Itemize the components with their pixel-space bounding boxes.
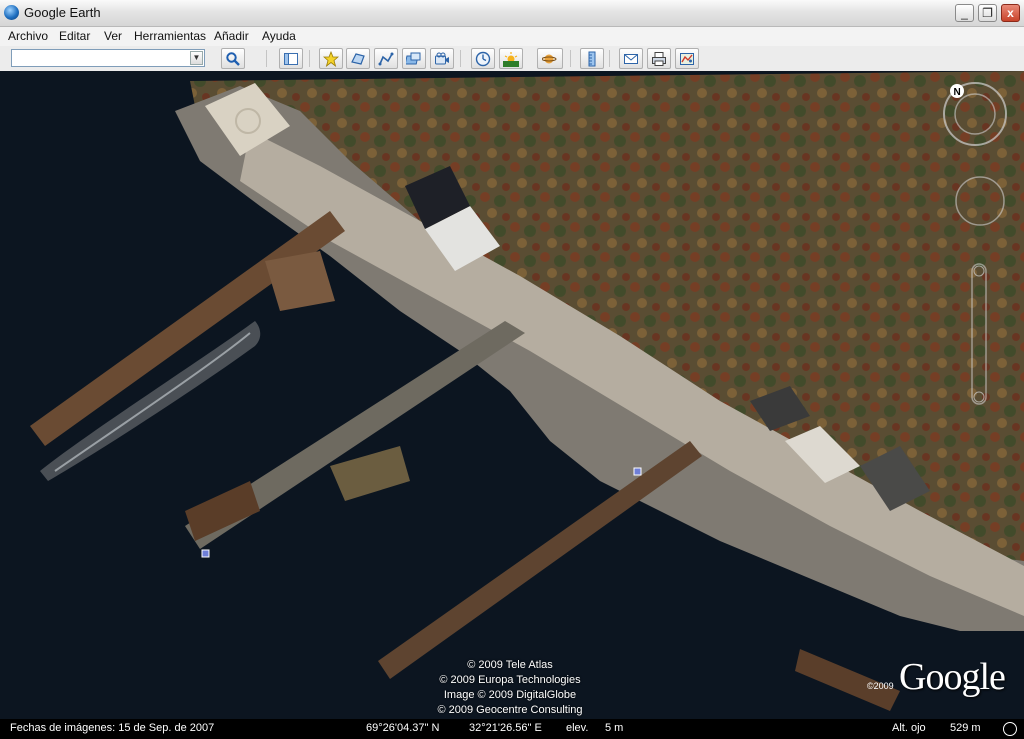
- add-placemark-button[interactable]: [319, 48, 343, 69]
- google-earth-app-icon: [4, 5, 19, 20]
- historical-imagery-icon: [475, 51, 491, 66]
- eye-altitude-label: Alt. ojo: [892, 722, 926, 734]
- sidebar-toggle-icon: [284, 52, 298, 65]
- toolbar-separator: [570, 50, 571, 67]
- imagery-attribution: © 2009 Tele Atlas © 2009 Europa Technolo…: [437, 659, 583, 716]
- placemark-icon: [323, 50, 339, 67]
- eye-altitude-value: 529 m: [950, 722, 981, 734]
- menu-archivo[interactable]: Archivo: [8, 29, 48, 43]
- move-joystick[interactable]: [955, 176, 1005, 226]
- historical-imagery-button[interactable]: [471, 48, 495, 69]
- navigation-controls: N: [943, 82, 1007, 405]
- close-button[interactable]: x: [1001, 4, 1020, 22]
- streaming-indicator-icon: [1003, 722, 1017, 736]
- imagery-date: Fechas de imágenes: 15 de Sep. de 2007: [10, 722, 215, 734]
- menu-bar: Archivo Editar Ver Herramientas Añadir A…: [0, 27, 1024, 46]
- view-in-maps-button[interactable]: [675, 48, 699, 69]
- toolbar-separator: [309, 50, 310, 67]
- sunlight-icon: [503, 51, 519, 67]
- chevron-down-icon[interactable]: ▼: [190, 51, 203, 65]
- svg-text:N: N: [954, 87, 961, 98]
- menu-ayuda[interactable]: Ayuda: [262, 29, 296, 43]
- search-combobox[interactable]: ▼: [11, 49, 205, 67]
- sidebar-toggle-button[interactable]: [279, 48, 303, 69]
- email-icon: [624, 53, 638, 64]
- email-button[interactable]: [619, 48, 643, 69]
- record-tour-button[interactable]: [430, 48, 454, 69]
- image-overlay-icon: [406, 52, 421, 64]
- view-in-maps-icon: [680, 52, 694, 65]
- longitude-readout: 32°21'26.56" E: [469, 722, 542, 734]
- window-title: Google Earth: [24, 5, 101, 20]
- toolbar-separator: [266, 50, 267, 67]
- search-input[interactable]: [13, 50, 192, 66]
- zoom-slider[interactable]: [971, 263, 987, 405]
- google-logo: Google: [899, 656, 1006, 698]
- compass-north-icon[interactable]: N: [950, 84, 964, 98]
- latitude-readout: 69°26'04.37" N: [366, 722, 440, 734]
- toolbar: ▼: [0, 46, 1024, 72]
- elevation-value: 5 m: [605, 722, 624, 734]
- polygon-icon: [351, 52, 365, 65]
- minimize-button[interactable]: _: [955, 4, 974, 22]
- path-icon: [378, 52, 394, 65]
- search-icon: [226, 51, 240, 66]
- print-icon: [652, 51, 666, 66]
- ruler-icon: [588, 51, 596, 66]
- ruler-button[interactable]: [580, 48, 604, 69]
- add-image-overlay-button[interactable]: [402, 48, 426, 69]
- sunlight-button[interactable]: [499, 48, 523, 69]
- maximize-button[interactable]: ❐: [978, 4, 997, 22]
- planets-icon: [542, 54, 557, 63]
- satellite-imagery: [0, 71, 1024, 719]
- toolbar-separator: [460, 50, 461, 67]
- menu-editar[interactable]: Editar: [59, 29, 90, 43]
- menu-herramientas[interactable]: Herramientas: [134, 29, 206, 43]
- elevation-label: elev.: [566, 722, 589, 734]
- toolbar-separator: [609, 50, 610, 67]
- add-polygon-button[interactable]: [346, 48, 370, 69]
- logo-copyright: ©2009: [867, 681, 894, 691]
- title-bar: Google Earth _ ❐ x: [0, 0, 1024, 27]
- print-button[interactable]: [647, 48, 671, 69]
- status-bar: Fechas de imágenes: 15 de Sep. de 2007 6…: [0, 719, 1024, 739]
- record-tour-icon: [435, 52, 449, 64]
- planets-button[interactable]: [537, 48, 563, 69]
- earth-3d-viewer[interactable]: N © 2009 Tele Atlas © 2009 Europa Techno…: [0, 71, 1024, 719]
- add-path-button[interactable]: [374, 48, 398, 69]
- menu-anadir[interactable]: Añadir: [214, 29, 249, 43]
- menu-ver[interactable]: Ver: [104, 29, 122, 43]
- search-button[interactable]: [221, 48, 245, 69]
